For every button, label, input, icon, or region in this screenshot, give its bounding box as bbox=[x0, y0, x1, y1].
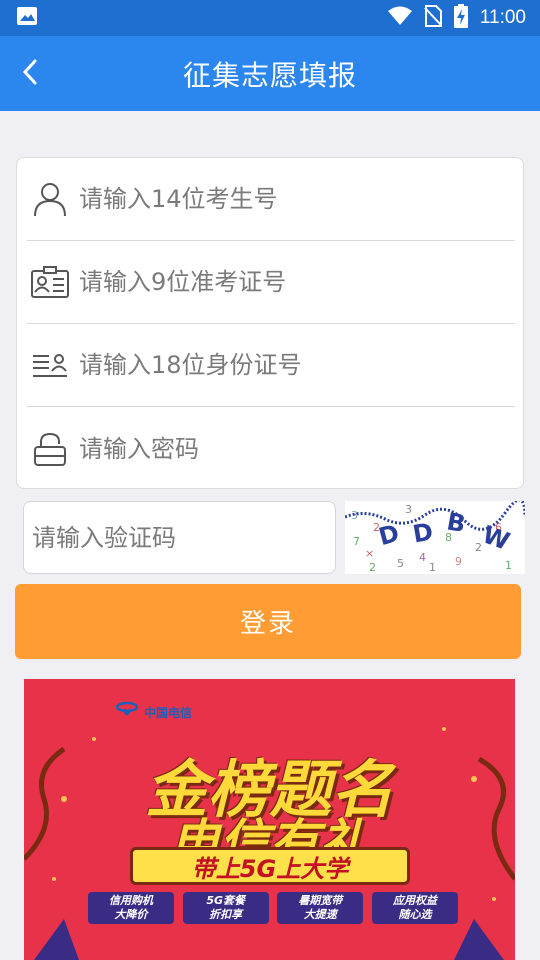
svg-text:×: × bbox=[365, 547, 374, 560]
svg-text:3: 3 bbox=[405, 503, 412, 516]
telecom-logo-icon bbox=[115, 701, 139, 723]
china-telecom-logo: 中国电信 bbox=[115, 701, 193, 723]
id-number-row bbox=[27, 324, 515, 407]
user-icon bbox=[29, 178, 71, 220]
status-time: 11:00 bbox=[479, 7, 526, 28]
banner-ribbon: 带上5G上大学 bbox=[130, 847, 410, 885]
image-icon bbox=[16, 6, 38, 30]
banner-tag-line: 随心选 bbox=[398, 908, 432, 921]
banner-tag: 应用权益 随心选 bbox=[371, 892, 458, 924]
id-number-input[interactable] bbox=[79, 340, 515, 390]
svg-text:9: 9 bbox=[455, 555, 462, 568]
admission-ticket-icon bbox=[29, 261, 71, 303]
promo-banner[interactable]: 中国电信 金榜题名 电信有礼 带上5G上大学 信用购机 大降价 5G套餐 折扣享… bbox=[24, 679, 515, 960]
login-button[interactable]: 登录 bbox=[15, 584, 521, 659]
banner-tag: 5G套餐 折扣享 bbox=[182, 892, 269, 924]
banner-tags: 信用购机 大降价 5G套餐 折扣享 暑期宽带 大提速 应用权益 随心选 bbox=[88, 892, 458, 924]
login-form-card bbox=[16, 157, 524, 489]
banner-tag: 暑期宽带 大提速 bbox=[277, 892, 364, 924]
battery-charging-icon bbox=[453, 4, 468, 32]
svg-text:5: 5 bbox=[397, 557, 404, 570]
banner-tag-line: 折扣享 bbox=[209, 908, 243, 921]
lock-icon bbox=[29, 428, 71, 470]
svg-text:4: 4 bbox=[419, 551, 426, 564]
admission-ticket-input[interactable] bbox=[79, 257, 515, 307]
banner-tag-line: 暑期宽带 bbox=[298, 894, 343, 907]
page-title: 征集志愿填报 bbox=[182, 58, 357, 92]
candidate-number-input[interactable] bbox=[79, 174, 515, 224]
svg-text:7: 7 bbox=[353, 535, 360, 548]
svg-text:1: 1 bbox=[429, 561, 436, 574]
banner-logo-text: 中国电信 bbox=[144, 705, 193, 720]
banner-tag-line: 大降价 bbox=[114, 908, 148, 921]
svg-text:2: 2 bbox=[369, 561, 376, 574]
captcha-char-3: B bbox=[445, 507, 468, 538]
password-input[interactable] bbox=[79, 423, 515, 474]
no-sim-icon bbox=[424, 5, 442, 31]
banner-tag-line: 应用权益 bbox=[392, 894, 437, 907]
admission-ticket-row bbox=[27, 241, 515, 324]
status-bar: 11:00 bbox=[0, 0, 540, 36]
title-bar: 征集志愿填报 bbox=[0, 36, 540, 111]
banner-tag-line: 信用购机 bbox=[109, 894, 153, 907]
password-row bbox=[27, 407, 515, 490]
banner-tag-line: 大提速 bbox=[303, 908, 337, 921]
id-card-icon bbox=[29, 344, 71, 386]
captcha-char-2: D bbox=[411, 517, 435, 548]
wifi-icon bbox=[387, 6, 412, 30]
svg-text:1: 1 bbox=[505, 559, 512, 572]
candidate-number-row bbox=[27, 158, 515, 241]
captcha-char-1: D bbox=[376, 519, 402, 551]
captcha-input[interactable] bbox=[32, 512, 335, 563]
captcha-field bbox=[23, 501, 336, 574]
banner-tag: 信用购机 大降价 bbox=[88, 892, 174, 924]
captcha-image[interactable]: 327 × 3 8 921 546 21 D D B W bbox=[344, 498, 527, 574]
banner-tag-line: 5G套餐 bbox=[206, 894, 245, 907]
chevron-left-icon bbox=[20, 57, 40, 91]
back-button[interactable] bbox=[10, 54, 50, 94]
captcha-char-4: W bbox=[479, 520, 513, 555]
